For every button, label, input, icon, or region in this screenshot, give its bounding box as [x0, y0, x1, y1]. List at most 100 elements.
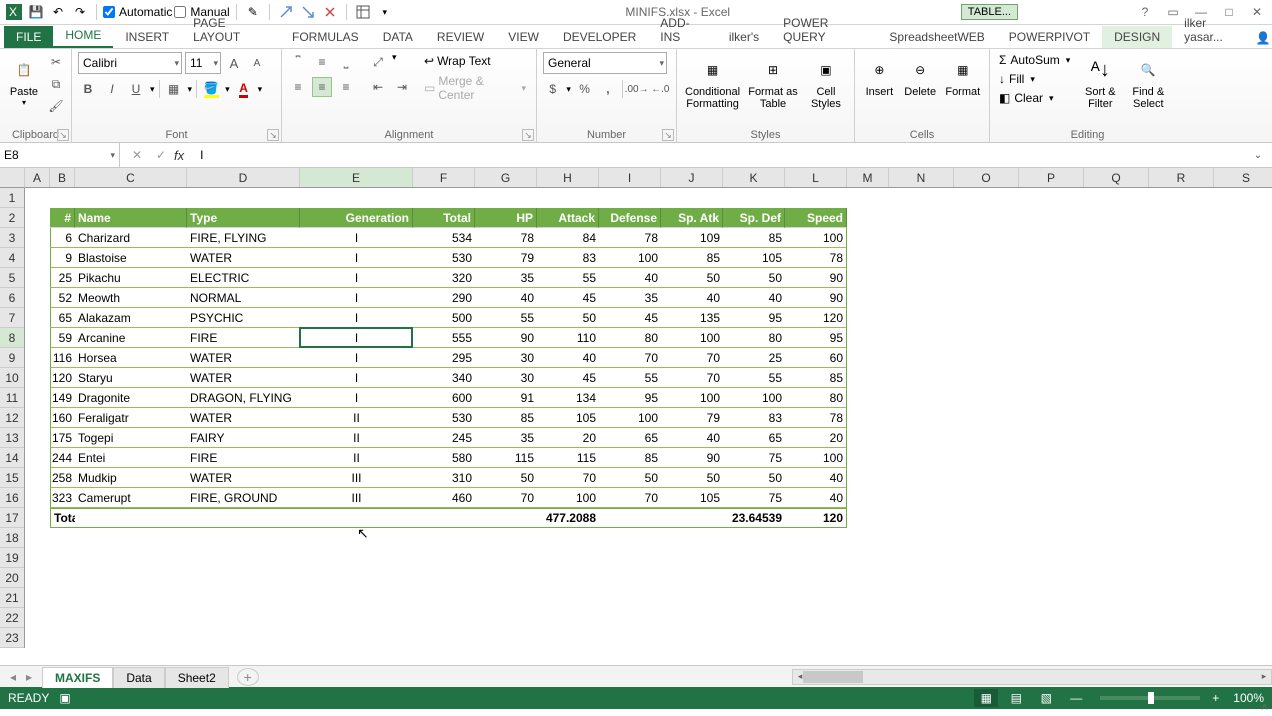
cell[interactable]: 50: [661, 268, 723, 288]
col-header-C[interactable]: C: [75, 168, 187, 187]
wrap-text-button[interactable]: ↩Wrap Text: [420, 52, 530, 70]
cell[interactable]: 160: [50, 408, 75, 428]
cell[interactable]: 100: [537, 488, 599, 508]
fx-icon[interactable]: fx: [174, 148, 184, 163]
cell[interactable]: Dragonite: [75, 388, 187, 408]
cell[interactable]: 84: [537, 228, 599, 248]
row-header-2[interactable]: 2: [0, 208, 24, 228]
macro-record-icon[interactable]: ▣: [59, 691, 70, 705]
row-header-23[interactable]: 23: [0, 628, 24, 648]
cell[interactable]: Blastoise: [75, 248, 187, 268]
cell[interactable]: 80: [723, 328, 785, 348]
cell[interactable]: 100: [785, 228, 847, 248]
percent-icon[interactable]: %: [575, 79, 594, 99]
row-header-10[interactable]: 10: [0, 368, 24, 388]
cell[interactable]: ELECTRIC: [187, 268, 300, 288]
cell[interactable]: 245: [413, 428, 475, 448]
underline-button[interactable]: U: [126, 79, 146, 99]
tab-developer[interactable]: DEVELOPER: [551, 26, 648, 48]
conditional-formatting-button[interactable]: ▦Conditional Formatting: [683, 52, 742, 112]
cell[interactable]: 115: [475, 448, 537, 468]
redo-icon[interactable]: ↷: [70, 2, 90, 22]
row-header-3[interactable]: 3: [0, 228, 24, 248]
cell[interactable]: Arcanine: [75, 328, 187, 348]
cell[interactable]: 91: [475, 388, 537, 408]
cell[interactable]: 90: [785, 268, 847, 288]
cell[interactable]: 40: [661, 428, 723, 448]
format-cell-button[interactable]: ▦Format: [943, 52, 983, 100]
cell[interactable]: FIRE, GROUND: [187, 488, 300, 508]
cell[interactable]: 555: [413, 328, 475, 348]
cell[interactable]: 65: [50, 308, 75, 328]
row-header-20[interactable]: 20: [0, 568, 24, 588]
cell[interactable]: I: [300, 248, 413, 268]
cell[interactable]: 100: [723, 388, 785, 408]
cell[interactable]: II: [300, 428, 413, 448]
cell[interactable]: 35: [599, 288, 661, 308]
cell[interactable]: 45: [599, 308, 661, 328]
hscroll-right-icon[interactable]: ▸: [1257, 670, 1271, 684]
shrink-font-icon[interactable]: A: [247, 53, 267, 73]
cell[interactable]: Charizard: [75, 228, 187, 248]
cell[interactable]: Togepi: [75, 428, 187, 448]
cell[interactable]: 100: [661, 328, 723, 348]
cell[interactable]: HP: [475, 208, 537, 228]
sheet-tab-maxifs[interactable]: MAXIFS: [42, 667, 113, 688]
help-icon[interactable]: ?: [1134, 2, 1156, 22]
zoom-slider[interactable]: [1100, 696, 1200, 700]
cell[interactable]: 50: [599, 468, 661, 488]
font-name-combo[interactable]: Calibri: [78, 52, 182, 74]
font-size-combo[interactable]: 11: [185, 52, 221, 74]
orientation-icon[interactable]: ⤢: [368, 52, 388, 72]
cell[interactable]: 9: [50, 248, 75, 268]
name-box[interactable]: [0, 143, 120, 167]
cell[interactable]: 70: [537, 468, 599, 488]
cell[interactable]: 20: [537, 428, 599, 448]
freeze-panes-icon[interactable]: [353, 2, 373, 22]
zoom-slider-thumb[interactable]: [1148, 692, 1154, 704]
cell[interactable]: 55: [599, 368, 661, 388]
row-header-11[interactable]: 11: [0, 388, 24, 408]
cell[interactable]: 50: [723, 468, 785, 488]
autosum-button[interactable]: ΣAutoSum▾: [996, 52, 1073, 68]
cell[interactable]: 534: [413, 228, 475, 248]
col-header-N[interactable]: N: [889, 168, 954, 187]
col-header-B[interactable]: B: [50, 168, 75, 187]
cell[interactable]: 580: [413, 448, 475, 468]
cell[interactable]: 59: [50, 328, 75, 348]
cell[interactable]: 78: [599, 228, 661, 248]
cell[interactable]: WATER: [187, 468, 300, 488]
tab-home[interactable]: HOME: [53, 24, 113, 48]
cell[interactable]: 100: [661, 388, 723, 408]
cell[interactable]: Staryu: [75, 368, 187, 388]
align-top-icon[interactable]: ⎴: [288, 52, 308, 72]
cell[interactable]: DRAGON, FLYING: [187, 388, 300, 408]
tab-power-query[interactable]: POWER QUERY: [771, 12, 877, 48]
cell[interactable]: 105: [661, 488, 723, 508]
row-header-12[interactable]: 12: [0, 408, 24, 428]
tab-data[interactable]: DATA: [371, 26, 425, 48]
cell[interactable]: 70: [661, 348, 723, 368]
cell[interactable]: [75, 508, 187, 528]
cell[interactable]: 6: [50, 228, 75, 248]
cell[interactable]: 500: [413, 308, 475, 328]
cell[interactable]: 295: [413, 348, 475, 368]
cell[interactable]: 85: [475, 408, 537, 428]
cell[interactable]: III: [300, 488, 413, 508]
cell[interactable]: 35: [475, 428, 537, 448]
cell[interactable]: 30: [475, 348, 537, 368]
cell[interactable]: FIRE: [187, 328, 300, 348]
cell[interactable]: 95: [723, 308, 785, 328]
cell[interactable]: I: [300, 368, 413, 388]
col-header-E[interactable]: E: [300, 168, 413, 187]
cell[interactable]: Entei: [75, 448, 187, 468]
cell[interactable]: [599, 508, 661, 528]
cell[interactable]: I: [300, 328, 413, 348]
decrease-indent-icon[interactable]: ⇤: [368, 77, 388, 97]
cell[interactable]: 244: [50, 448, 75, 468]
view-pagelayout-icon[interactable]: ▤: [1004, 689, 1028, 707]
horizontal-scrollbar[interactable]: ◂ ▸: [792, 669, 1272, 685]
cell[interactable]: Generation: [300, 208, 413, 228]
spreadsheet-grid[interactable]: ABCDEFGHIJKLMNOPQRS 12345678910111213141…: [0, 168, 1272, 665]
cell[interactable]: 75: [723, 448, 785, 468]
